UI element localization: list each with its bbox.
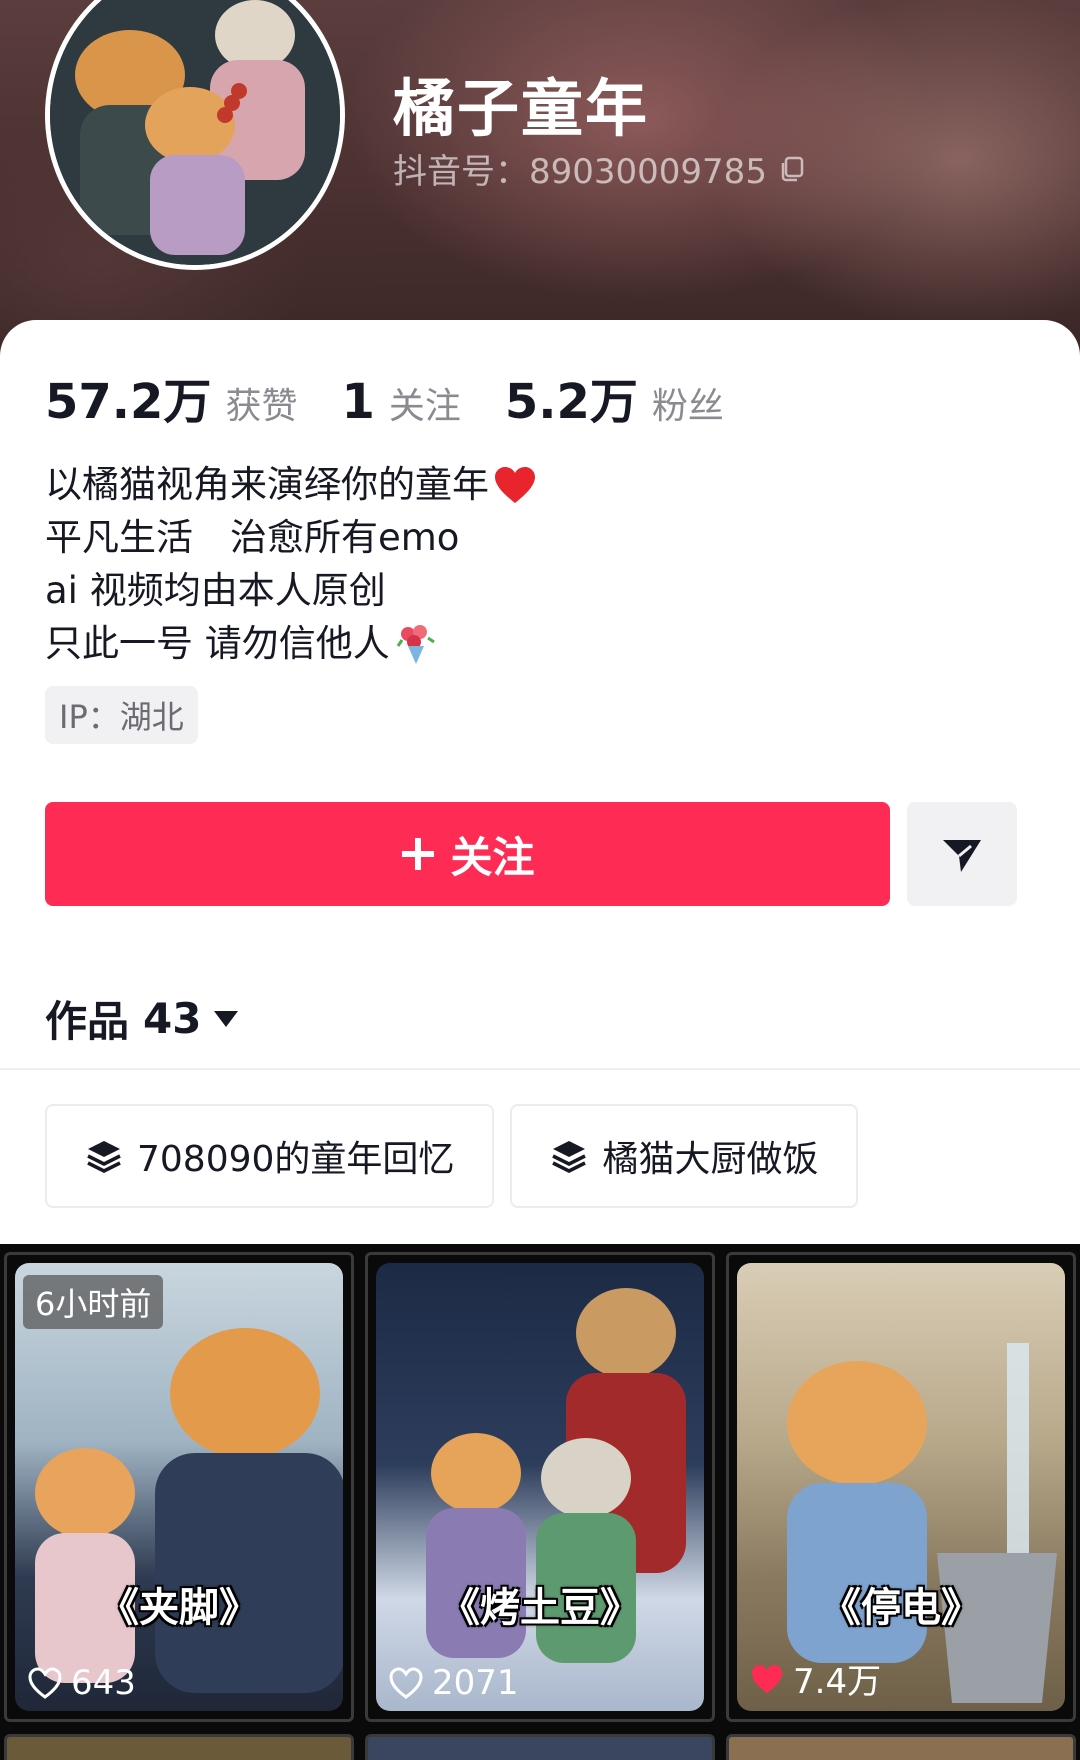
works-label: 作品 [45,997,130,1046]
stat-value: 1 [341,374,375,430]
copy-icon[interactable] [777,154,807,184]
bio: 以橘猫视角来演绎你的童年 平凡生活 治愈所有emo ai 视频均由本人原创 只此… [45,458,537,670]
stat-label: 获赞 [225,386,298,427]
video-tile[interactable]: 6小时前 《夹脚》 643 [4,1252,354,1722]
video-tile[interactable]: 《停电》 7.4万 [726,1252,1076,1722]
video-thumbnail [376,1263,704,1711]
plus-icon [402,838,435,870]
collections-row: 708090的童年回忆 橘猫大厨做饭 [45,1104,874,1208]
collection-chip[interactable]: 708090的童年回忆 [45,1104,495,1208]
video-title: 《烤土豆》 [440,1585,640,1631]
bouquet-icon [396,624,435,664]
stat-value: 5.2万 [504,374,638,430]
stack-icon [552,1141,587,1173]
stats-row: 57.2万 获赞 1 关注 5.2万 粉丝 [45,362,768,432]
collection-title: 708090的童年回忆 [137,1139,455,1180]
red-heart-icon [495,466,535,503]
collection-chip[interactable]: 橘猫大厨做饭 [510,1104,859,1208]
video-title: 《停电》 [821,1585,981,1631]
video-tile-partial[interactable] [365,1734,715,1760]
bio-line: 以橘猫视角来演绎你的童年 [45,458,537,511]
bio-line: 只此一号 请勿信他人 [45,617,537,670]
collection-title: 橘猫大厨做饭 [602,1139,819,1180]
profile-card: 57.2万 获赞 1 关注 5.2万 粉丝 以橘猫视角来演绎你的童年 平凡生活 … [0,320,1080,1244]
video-tile[interactable]: 《烤土豆》 2071 [365,1252,715,1722]
caret-down-icon [214,1010,239,1027]
like-count: 7.4万 [749,1654,881,1703]
video-title: 《夹脚》 [99,1585,259,1631]
video-thumbnail [15,1263,343,1711]
stat-followers[interactable]: 5.2万 粉丝 [505,362,724,432]
time-badge: 6小时前 [23,1275,164,1329]
stat-following[interactable]: 1 关注 [341,374,460,430]
profile-name: 橘子童年 [393,72,650,145]
follow-button[interactable]: 关注 [45,802,890,906]
works-count: 43 [143,994,202,1043]
like-count-text: 2071 [432,1663,519,1703]
video-thumbnail [737,1263,1065,1711]
bio-text: 以橘猫视角来演绎你的童年 [45,463,489,506]
bio-text: 只此一号 请勿信他人 [45,622,390,665]
bio-text: ai 视频均由本人原创 [45,569,386,612]
douyin-id-text: 抖音号：89030009785 [393,152,767,192]
heart-filled-icon [752,1664,782,1693]
like-count: 2071 [388,1663,519,1703]
works-tab[interactable]: 作品 43 [45,988,239,1049]
bio-line: ai 视频均由本人原创 [45,564,537,617]
video-tile-partial[interactable] [4,1734,354,1760]
like-count-text: 7.4万 [793,1662,882,1702]
heart-outline-icon [389,1667,423,1699]
send-icon [943,840,981,872]
stack-icon [87,1141,121,1173]
ip-location-tag: IP：湖北 [45,686,198,744]
douyin-id[interactable]: 抖音号：89030009785 [393,144,807,193]
video-tile-partial[interactable] [726,1734,1076,1760]
bio-line: 平凡生活 治愈所有emo [45,511,537,564]
share-button[interactable] [907,802,1017,906]
follow-label: 关注 [450,832,535,882]
like-count: 643 [27,1663,136,1703]
stat-value: 57.2万 [45,374,212,430]
bio-text: 平凡生活 治愈所有emo [45,516,460,559]
heart-outline-icon [28,1667,62,1699]
stat-likes[interactable]: 57.2万 获赞 [45,362,297,432]
avatar[interactable] [45,0,345,270]
stat-label: 关注 [388,386,461,427]
divider [0,1068,1080,1070]
video-grid: 6小时前 《夹脚》 643 《烤土豆》 2071 《停电》 7.4万 [0,1244,1080,1760]
like-count-text: 643 [71,1663,136,1703]
profile-header: 橘子童年 抖音号：89030009785 [0,0,1080,360]
stat-label: 粉丝 [651,386,724,427]
